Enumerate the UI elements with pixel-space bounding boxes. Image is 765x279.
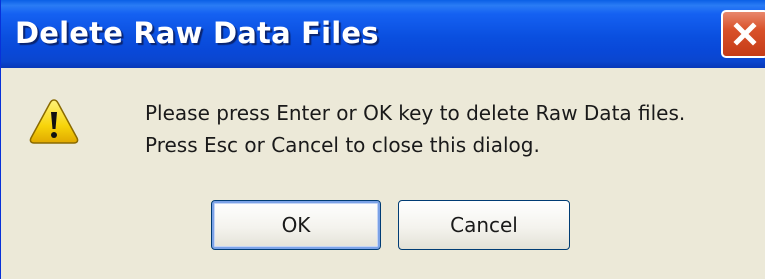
ok-button-label: OK (281, 213, 311, 237)
dialog-body: Please press Enter or OK key to delete R… (1, 68, 765, 279)
delete-raw-data-dialog: Delete Raw Data Files Please press Enter… (0, 0, 765, 279)
close-button[interactable] (721, 10, 765, 58)
message-line: Please press Enter or OK key to delete R… (145, 101, 686, 125)
title-bar[interactable]: Delete Raw Data Files (1, 0, 765, 68)
cancel-button[interactable]: Cancel (398, 200, 570, 250)
message-line: Press Esc or Cancel to close this dialog… (145, 133, 540, 157)
message-text: Please press Enter or OK key to delete R… (145, 97, 685, 161)
warning-icon (28, 97, 80, 145)
ok-button[interactable]: OK (211, 200, 381, 250)
dialog-title: Delete Raw Data Files (15, 16, 379, 50)
cancel-button-label: Cancel (450, 213, 518, 237)
